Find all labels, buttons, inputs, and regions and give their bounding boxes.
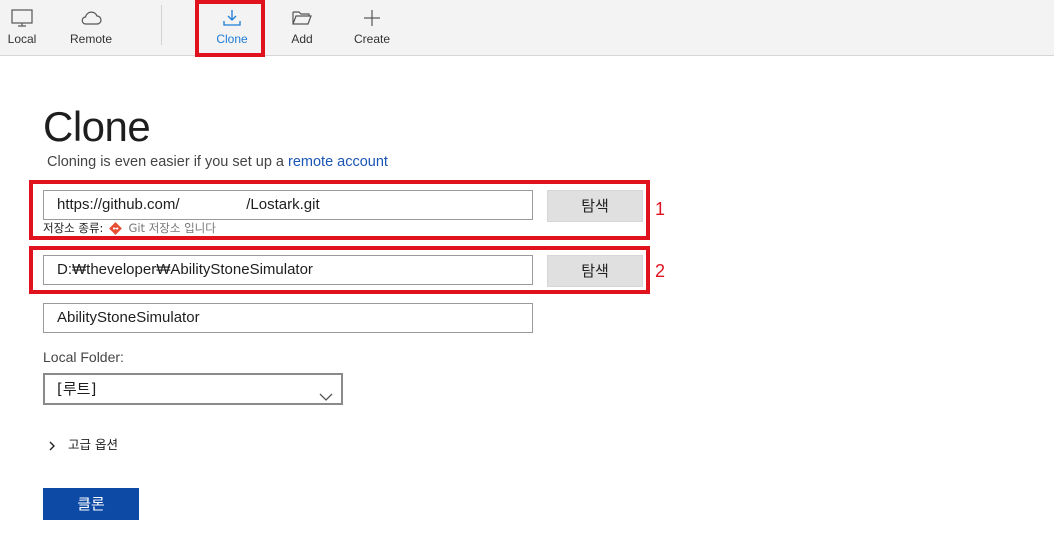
page-subtitle: Cloning is even easier if you set up a r… bbox=[47, 154, 388, 170]
toolbar-create-button[interactable]: Create bbox=[349, 0, 395, 56]
annotation-number-1: 1 bbox=[655, 199, 666, 219]
local-folder-selected: [루트] bbox=[57, 380, 97, 398]
plus-icon bbox=[360, 6, 384, 30]
repo-type-label: 저장소 종류: bbox=[43, 221, 104, 235]
folder-open-icon bbox=[290, 6, 314, 30]
toolbar-clone-label: Clone bbox=[216, 32, 248, 46]
git-icon bbox=[109, 221, 123, 235]
toolbar-add-button[interactable]: Add bbox=[282, 0, 322, 56]
advanced-options-label: 고급 옵션 bbox=[68, 437, 118, 452]
subtitle-text: Cloning is even easier if you set up a bbox=[47, 154, 288, 170]
advanced-options-toggle[interactable]: 고급 옵션 bbox=[48, 434, 118, 453]
chevron-down-icon bbox=[319, 383, 333, 401]
download-icon bbox=[220, 6, 244, 30]
cloud-icon bbox=[79, 6, 103, 30]
browse-path-button[interactable]: 탐색 bbox=[547, 255, 643, 287]
chevron-right-icon bbox=[48, 439, 56, 450]
toolbar-clone-button[interactable]: Clone bbox=[208, 0, 256, 56]
repo-type-row: 저장소 종류: Git 저장소 입니다 bbox=[43, 220, 216, 236]
toolbar-remote-button[interactable]: Remote bbox=[66, 0, 116, 56]
destination-path-input[interactable]: D:₩theveloper₩AbilityStoneSimulator bbox=[43, 255, 533, 285]
browse-url-button[interactable]: 탐색 bbox=[547, 190, 643, 222]
toolbar-create-label: Create bbox=[353, 32, 391, 46]
local-folder-select[interactable]: [루트] bbox=[43, 373, 343, 405]
repo-name-input[interactable]: AbilityStoneSimulator bbox=[43, 303, 533, 333]
toolbar-local-label: Local bbox=[7, 32, 37, 46]
toolbar-remote-label: Remote bbox=[69, 32, 113, 46]
clone-submit-button[interactable]: 클론 bbox=[43, 488, 139, 520]
annotation-number-2: 2 bbox=[655, 261, 666, 281]
monitor-icon bbox=[10, 6, 34, 30]
toolbar-local-button[interactable]: Local bbox=[0, 0, 44, 56]
toolbar-add-label: Add bbox=[291, 32, 313, 46]
toolbar: Local Remote Clone Add Create bbox=[0, 0, 1054, 56]
toolbar-divider bbox=[161, 5, 162, 45]
remote-account-link[interactable]: remote account bbox=[288, 154, 388, 170]
page-title: Clone bbox=[43, 103, 151, 150]
source-url-input[interactable]: https://github.com/ /Lostark.git bbox=[43, 190, 533, 220]
local-folder-label: Local Folder: bbox=[43, 349, 124, 365]
repo-type-value: Git 저장소 입니다 bbox=[128, 221, 216, 235]
